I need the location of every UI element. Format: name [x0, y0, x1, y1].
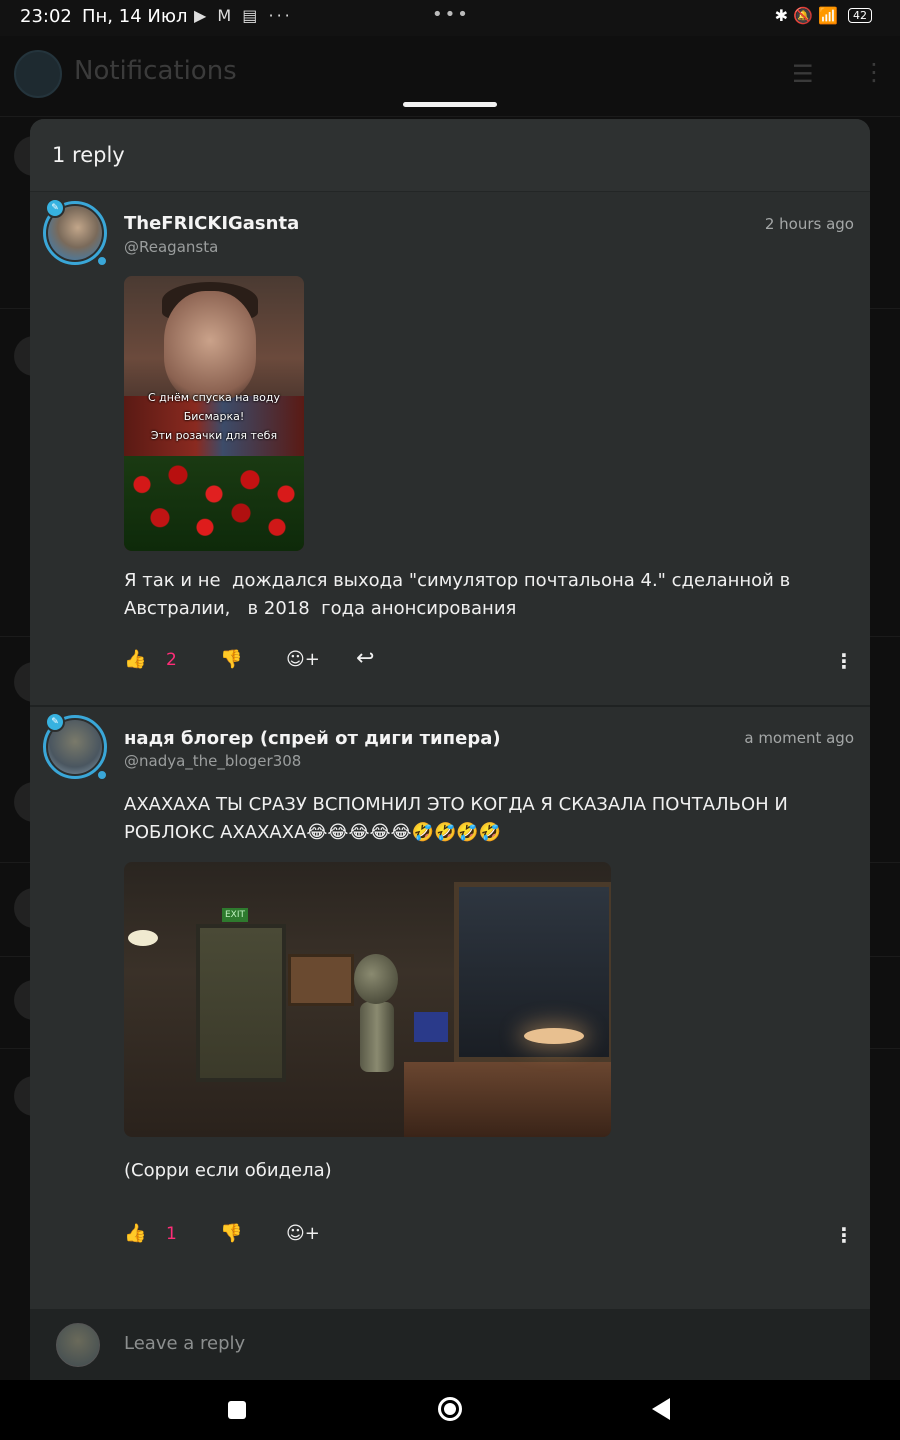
- sheet-title: 1 reply: [52, 143, 125, 167]
- back-icon[interactable]: [652, 1398, 670, 1420]
- exit-sign: EXIT: [222, 908, 248, 922]
- navigation-bar: [0, 1380, 900, 1440]
- reply-input[interactable]: Leave a reply: [124, 1333, 245, 1354]
- reply-item: ✎ надя блогер (спрей от диги типера) @na…: [30, 707, 870, 1308]
- current-user-avatar: [56, 1323, 100, 1367]
- status-date: Пн, 14 Июл: [82, 6, 188, 27]
- dislike-icon[interactable]: 👎: [220, 1223, 242, 1244]
- status-bar: 23:02 Пн, 14 Июл ▶ M ▤ ··· ••• ✱ 🔕 📶 42: [0, 0, 900, 36]
- reply-icon[interactable]: ↩: [356, 646, 374, 671]
- reply-actions: 👍 2 👎 ☺+ ↩ ⋮: [124, 646, 854, 679]
- reply-username[interactable]: TheFRICKIGasnta: [124, 213, 299, 234]
- status-time: 23:02: [20, 6, 72, 27]
- badge-icon: ✎: [45, 712, 65, 732]
- badge-icon: ✎: [45, 198, 65, 218]
- reply-image[interactable]: С днём спуска на воду Бисмарка! Эти роза…: [124, 276, 304, 551]
- filter-icon: ☰: [792, 60, 814, 88]
- dislike-icon[interactable]: 👎: [220, 649, 242, 670]
- reply-actions: 👍 1 👎 ☺+ ⋮: [124, 1223, 854, 1253]
- more-vert-icon: ⋮: [862, 58, 886, 86]
- like-count: 2: [166, 650, 177, 670]
- add-reaction-icon[interactable]: ☺+: [286, 1223, 320, 1244]
- home-icon[interactable]: [438, 1397, 462, 1421]
- reply-text: АХАХАХА ТЫ СРАЗУ ВСПОМНИЛ ЭТО КОГДА Я СК…: [124, 794, 794, 843]
- app-logo-icon: [14, 50, 62, 98]
- reply-text: Я так и не дождался выхода "симулятор по…: [124, 570, 796, 619]
- sheet-drag-handle[interactable]: [403, 102, 497, 107]
- image-caption: С днём спуска на воду Бисмарка! Эти роза…: [148, 391, 280, 442]
- more-options-icon[interactable]: ⋮: [834, 1223, 854, 1247]
- status-center-dots: •••: [432, 4, 470, 25]
- reply-time: a moment ago: [744, 729, 854, 747]
- divider: [0, 116, 900, 117]
- replies-sheet: 1 reply ✎ TheFRICKIGasnta @Reagansta 2 h…: [30, 119, 870, 1380]
- sheet-header: 1 reply: [30, 119, 870, 192]
- online-indicator: [96, 255, 108, 267]
- like-icon[interactable]: 👍: [124, 1223, 146, 1244]
- system-icons: ✱ 🔕 📶: [774, 6, 838, 25]
- reply-image[interactable]: EXIT: [124, 862, 611, 1137]
- online-indicator: [96, 769, 108, 781]
- reply-handle[interactable]: @Reagansta: [124, 238, 218, 256]
- recents-icon[interactable]: [228, 1401, 246, 1419]
- reply-item: ✎ TheFRICKIGasnta @Reagansta 2 hours ago…: [30, 193, 870, 707]
- background-title: Notifications: [74, 56, 237, 86]
- more-options-icon[interactable]: ⋮: [834, 649, 854, 673]
- like-count: 1: [166, 1224, 177, 1244]
- reply-text-2: (Сорри если обидела): [124, 1160, 332, 1181]
- reply-handle[interactable]: @nadya_the_bloger308: [124, 752, 301, 770]
- battery-icon: 42: [848, 8, 872, 23]
- reply-input-bar[interactable]: Leave a reply: [30, 1309, 870, 1380]
- like-icon[interactable]: 👍: [124, 649, 146, 670]
- add-reaction-icon[interactable]: ☺+: [286, 649, 320, 670]
- reply-username[interactable]: надя блогер (спрей от диги типера): [124, 728, 501, 749]
- reply-time: 2 hours ago: [764, 215, 854, 233]
- notification-icons: ▶ M ▤ ···: [194, 6, 293, 25]
- status-right-icons: ✱ 🔕 📶 42: [775, 6, 872, 25]
